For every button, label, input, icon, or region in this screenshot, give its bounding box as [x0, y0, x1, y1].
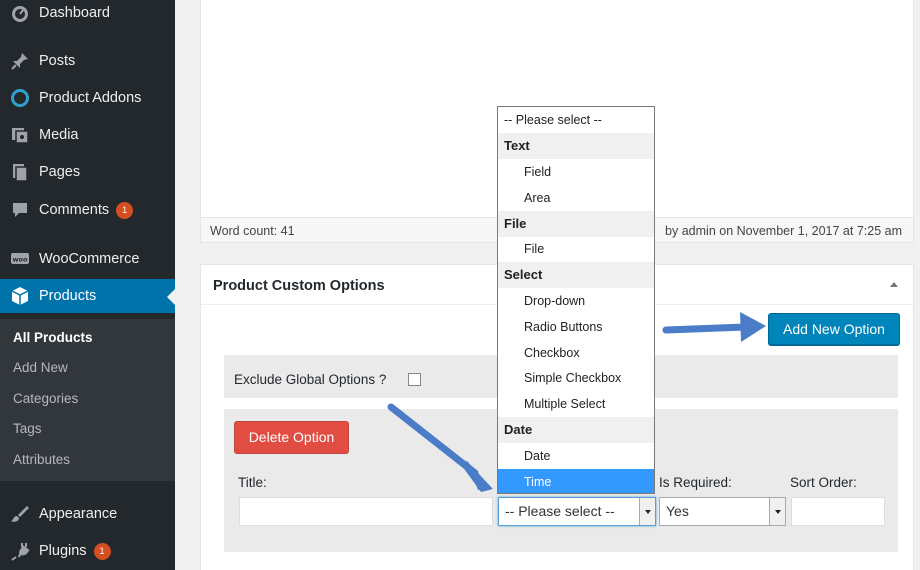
dropdown-option-simple-checkbox[interactable]: Simple Checkbox [498, 365, 654, 391]
exclude-global-options-checkbox[interactable] [408, 373, 421, 386]
menu-label: Product Addons [39, 90, 142, 106]
menu-pages[interactable]: Pages [0, 155, 175, 189]
dropdown-option-time[interactable]: Time [498, 469, 654, 493]
dropdown-option-checkbox[interactable]: Checkbox [498, 340, 654, 366]
menu-label: Products [39, 288, 97, 304]
pages-icon [0, 162, 39, 182]
comments-count-badge: 1 [116, 201, 134, 219]
dropdown-option-radio-buttons[interactable]: Radio Buttons [498, 314, 654, 340]
menu-label: WooCommerce [39, 251, 140, 267]
metabox-title: Product Custom Options [213, 278, 385, 294]
sort-order-label: Sort Order: [790, 475, 857, 490]
submenu-tags[interactable]: Tags [13, 421, 42, 436]
dropdown-option-drop-down[interactable]: Drop-down [498, 288, 654, 314]
menu-label: Plugins [39, 543, 87, 559]
dropdown-option-area[interactable]: Area [498, 185, 654, 211]
dropdown-group-select: Select [498, 262, 654, 288]
exclude-global-options-label: Exclude Global Options ? [234, 372, 387, 387]
woo-icon: woo [0, 249, 39, 269]
menu-woocommerce[interactable]: woo WooCommerce [0, 242, 175, 276]
submenu-all-products[interactable]: All Products [13, 330, 93, 345]
is-required-label: Is Required: [659, 475, 732, 490]
last-edited-info: by admin on November 1, 2017 at 7:25 am [665, 224, 902, 238]
dropdown-placeholder-option[interactable]: -- Please select -- [498, 107, 654, 133]
submenu-attributes[interactable]: Attributes [13, 452, 70, 467]
brush-icon [0, 504, 39, 524]
media-icon [0, 125, 39, 145]
addons-ring-icon [0, 88, 39, 108]
menu-media[interactable]: Media [0, 118, 175, 152]
dropdown-option-multiple-select[interactable]: Multiple Select [498, 391, 654, 417]
sort-order-input[interactable] [791, 497, 885, 526]
option-title-input[interactable] [239, 497, 493, 526]
dropdown-group-file: File [498, 211, 654, 237]
box-icon [0, 286, 39, 306]
products-submenu: All Products Add New Categories Tags Att… [0, 319, 175, 481]
option-type-selected-value: -- Please select -- [505, 503, 615, 519]
menu-dashboard[interactable]: Dashboard [0, 0, 175, 30]
option-type-dropdown-list[interactable]: -- Please select -- Text Field Area File… [497, 106, 655, 494]
svg-text:woo: woo [12, 256, 27, 264]
is-required-select[interactable]: Yes [659, 497, 786, 526]
chevron-down-icon [769, 498, 785, 525]
dashboard-icon [0, 3, 39, 23]
submenu-add-new[interactable]: Add New [13, 360, 68, 375]
dropdown-option-date[interactable]: Date [498, 443, 654, 469]
dropdown-group-text: Text [498, 133, 654, 159]
menu-label: Pages [39, 164, 81, 180]
menu-label: Posts [39, 53, 76, 69]
admin-sidebar: Dashboard Posts Product Addons Media Pag… [0, 0, 175, 570]
menu-plugins[interactable]: Plugins 1 [0, 534, 175, 568]
submenu-categories[interactable]: Categories [13, 391, 78, 406]
menu-product-addons[interactable]: Product Addons [0, 81, 175, 115]
menu-label: Dashboard [39, 5, 110, 21]
collapse-toggle-icon[interactable] [890, 282, 898, 287]
menu-label: Comments [39, 202, 110, 218]
option-type-select[interactable]: -- Please select -- [498, 497, 656, 526]
add-new-option-button[interactable]: Add New Option [768, 313, 900, 345]
dropdown-group-date: Date [498, 417, 654, 443]
word-count: Word count: 41 [210, 224, 295, 238]
dropdown-option-field[interactable]: Field [498, 159, 654, 185]
is-required-selected-value: Yes [666, 503, 689, 519]
chevron-down-icon [639, 498, 655, 525]
menu-appearance[interactable]: Appearance [0, 497, 175, 531]
menu-comments[interactable]: Comments 1 [0, 193, 175, 227]
menu-label: Media [39, 127, 79, 143]
menu-posts[interactable]: Posts [0, 44, 175, 78]
plugins-count-badge: 1 [93, 542, 111, 560]
plug-icon [0, 541, 39, 561]
menu-products[interactable]: Products [0, 279, 175, 313]
menu-label: Appearance [39, 506, 118, 522]
pin-icon [0, 51, 39, 71]
comment-icon [0, 200, 39, 220]
title-label: Title: [238, 475, 267, 490]
delete-option-button[interactable]: Delete Option [234, 421, 349, 454]
dropdown-option-file[interactable]: File [498, 236, 654, 262]
